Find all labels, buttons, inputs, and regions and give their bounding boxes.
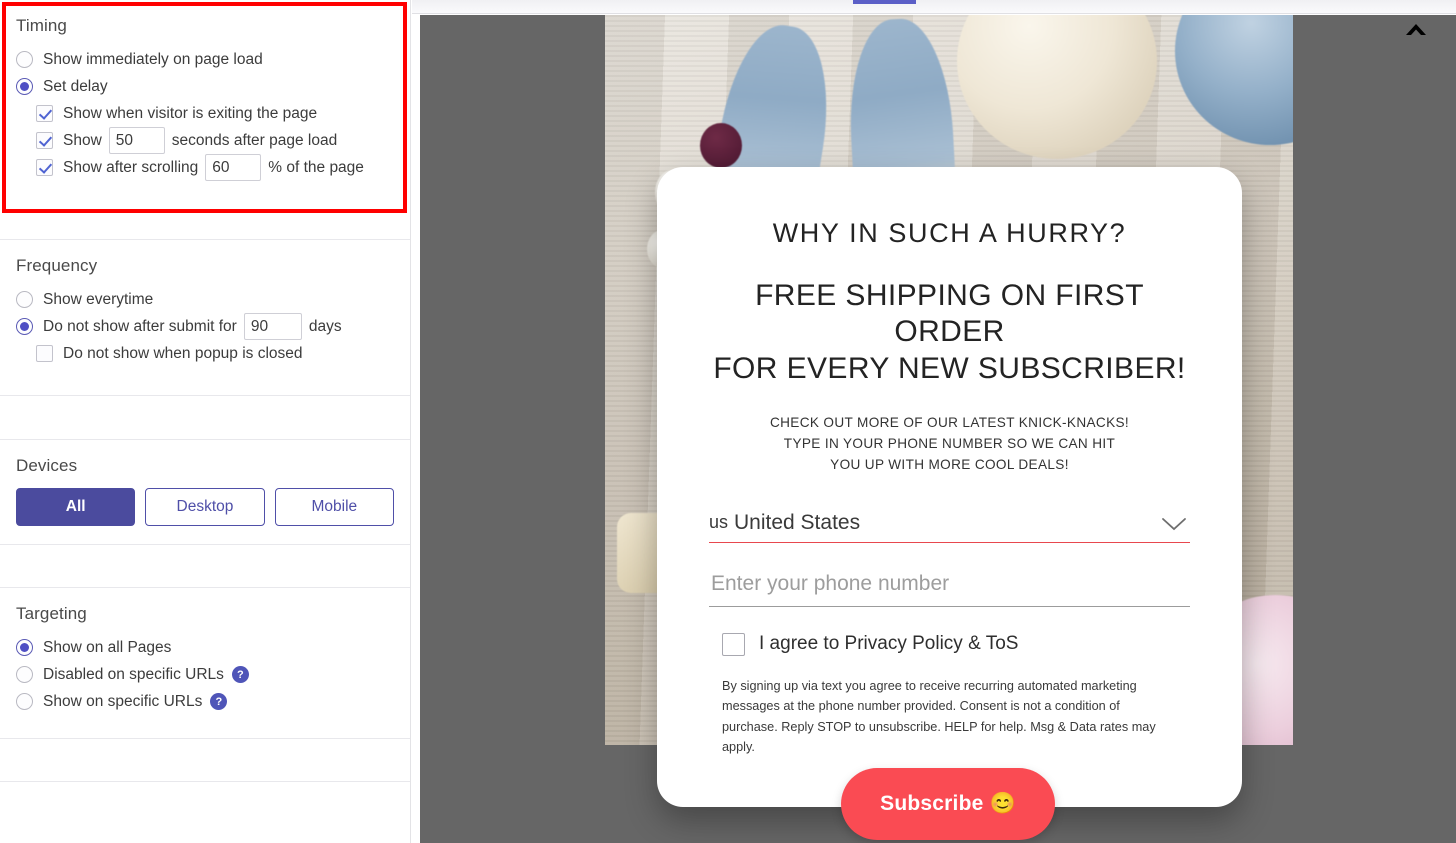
spacer bbox=[0, 396, 410, 439]
seconds-delay-input[interactable] bbox=[108, 127, 165, 154]
targeting-section: Targeting Show on all Pages Disabled on … bbox=[0, 588, 410, 727]
country-flag-icon: us bbox=[709, 512, 729, 533]
no-show-label-before: Do not show after submit for bbox=[43, 317, 237, 335]
device-button-all[interactable]: All bbox=[16, 488, 136, 526]
popup-subheadline-line2: FOR EVERY NEW SUBSCRIBER! bbox=[713, 351, 1186, 385]
radio-show-on-all-pages[interactable] bbox=[16, 639, 33, 656]
device-button-desktop[interactable]: Desktop bbox=[145, 488, 265, 526]
scroll-depth-label-before: Show after scrolling bbox=[63, 158, 199, 176]
radio-set-delay[interactable] bbox=[16, 78, 33, 95]
radio-show-on-specific-urls[interactable] bbox=[16, 693, 33, 710]
timing-option-show-immediately[interactable]: Show immediately on page load bbox=[16, 46, 394, 73]
devices-section-title: Devices bbox=[16, 456, 78, 475]
agree-terms-checkbox[interactable] bbox=[722, 632, 745, 656]
days-input[interactable] bbox=[243, 313, 302, 340]
popup-body-line2: TYPE IN YOUR PHONE NUMBER SO WE CAN HIT bbox=[783, 435, 1116, 451]
seconds-delay-label-after: seconds after page load bbox=[171, 131, 338, 149]
radio-no-show-after-submit[interactable] bbox=[16, 318, 33, 335]
scroll-depth-input[interactable] bbox=[205, 154, 262, 181]
agree-terms-label: I agree to Privacy Policy & ToS bbox=[759, 633, 1019, 655]
checkbox-seconds-delay[interactable] bbox=[36, 132, 53, 149]
timing-option-exit-intent[interactable]: Show when visitor is exiting the page bbox=[16, 100, 394, 127]
browser-toolbar-strip bbox=[412, 0, 1456, 14]
targeting-option-all-pages[interactable]: Show on all Pages bbox=[16, 634, 394, 661]
radio-show-everytime[interactable] bbox=[16, 291, 33, 308]
divider bbox=[0, 781, 410, 782]
timing-option-scroll-depth[interactable]: Show after scrolling % of the page bbox=[16, 154, 394, 181]
targeting-option-label: Disabled on specific URLs bbox=[43, 665, 224, 683]
popup-builder-screen: Timing Show immediately on page load Set… bbox=[0, 0, 1456, 843]
radio-disabled-on-specific-urls[interactable] bbox=[16, 666, 33, 683]
popup-card: WHY IN SUCH A HURRY? FREE SHIPPING ON FI… bbox=[657, 167, 1242, 807]
agree-terms-row[interactable]: I agree to Privacy Policy & ToS bbox=[709, 632, 1190, 656]
spacer bbox=[0, 739, 410, 781]
frequency-section-title: Frequency bbox=[16, 256, 98, 275]
radio-show-immediately[interactable] bbox=[16, 51, 33, 68]
checkbox-no-show-when-closed[interactable] bbox=[36, 345, 53, 362]
popup-body-text: CHECK OUT MORE OF OUR LATEST KNICK-KNACK… bbox=[709, 412, 1190, 475]
device-button-mobile[interactable]: Mobile bbox=[274, 488, 394, 526]
subscribe-button[interactable]: Subscribe 😊 bbox=[841, 768, 1055, 840]
frequency-option-label: Show everytime bbox=[43, 290, 154, 308]
chevron-down-icon[interactable] bbox=[1160, 515, 1188, 538]
popup-body-line1: CHECK OUT MORE OF OUR LATEST KNICK-KNACK… bbox=[769, 414, 1130, 430]
frequency-option-show-everytime[interactable]: Show everytime bbox=[16, 286, 394, 313]
timing-section-title: Timing bbox=[16, 16, 67, 35]
device-button-group: All Desktop Mobile bbox=[16, 486, 394, 544]
preview-pane: WHY IN SUCH A HURRY? FREE SHIPPING ON FI… bbox=[412, 0, 1456, 843]
exit-intent-label: Show when visitor is exiting the page bbox=[63, 104, 318, 122]
targeting-option-specific-urls[interactable]: Show on specific URLs ? bbox=[16, 688, 394, 715]
scroll-depth-label-after: % of the page bbox=[268, 158, 364, 176]
timing-option-label: Show immediately on page load bbox=[43, 50, 263, 68]
popup-subheadline: FREE SHIPPING ON FIRST ORDER FOR EVERY N… bbox=[709, 278, 1190, 388]
timing-option-label: Set delay bbox=[43, 77, 108, 95]
targeting-section-title: Targeting bbox=[16, 604, 87, 623]
chevron-up-icon[interactable] bbox=[1402, 19, 1430, 39]
timing-section: Timing Show immediately on page load Set… bbox=[0, 0, 410, 195]
targeting-option-label: Show on specific URLs bbox=[43, 692, 203, 710]
no-show-label-after: days bbox=[308, 317, 342, 335]
help-icon[interactable]: ? bbox=[210, 693, 228, 710]
checkbox-scroll-depth[interactable] bbox=[36, 159, 53, 176]
phone-number-field[interactable] bbox=[709, 570, 1190, 607]
purple-button-object bbox=[700, 123, 742, 168]
seconds-delay-label-before: Show bbox=[63, 131, 102, 149]
settings-sidebar: Timing Show immediately on page load Set… bbox=[0, 0, 411, 843]
country-select[interactable]: us United States bbox=[709, 511, 1190, 543]
popup-headline: WHY IN SUCH A HURRY? bbox=[772, 218, 1127, 248]
targeting-option-disabled-urls[interactable]: Disabled on specific URLs ? bbox=[16, 661, 394, 688]
targeting-option-label: Show on all Pages bbox=[43, 638, 172, 656]
no-show-when-closed-label: Do not show when popup is closed bbox=[63, 344, 303, 362]
devices-section: Devices All Desktop Mobile bbox=[0, 440, 410, 544]
phone-number-input[interactable] bbox=[709, 570, 1190, 597]
frequency-section: Frequency Show everytime Do not show aft… bbox=[0, 240, 410, 381]
popup-fineprint: By signing up via text you agree to rece… bbox=[722, 678, 1156, 755]
timing-option-set-delay[interactable]: Set delay bbox=[16, 73, 394, 100]
checkbox-exit-intent[interactable] bbox=[36, 105, 53, 122]
spacer bbox=[0, 545, 410, 587]
popup-body-line3: YOU UP WITH MORE COOL DEALS! bbox=[830, 456, 1069, 472]
popup-preview-canvas: WHY IN SUCH A HURRY? FREE SHIPPING ON FI… bbox=[420, 15, 1456, 843]
popup-subheadline-line1: FREE SHIPPING ON FIRST ORDER bbox=[755, 278, 1144, 349]
frequency-option-no-show-after-submit[interactable]: Do not show after submit for days bbox=[16, 313, 394, 340]
help-icon[interactable]: ? bbox=[231, 666, 249, 683]
frequency-option-no-show-when-closed[interactable]: Do not show when popup is closed bbox=[16, 340, 394, 367]
active-tab-indicator bbox=[853, 0, 916, 4]
timing-option-seconds-delay[interactable]: Show seconds after page load bbox=[16, 127, 394, 154]
country-name-label: United States bbox=[734, 510, 861, 534]
